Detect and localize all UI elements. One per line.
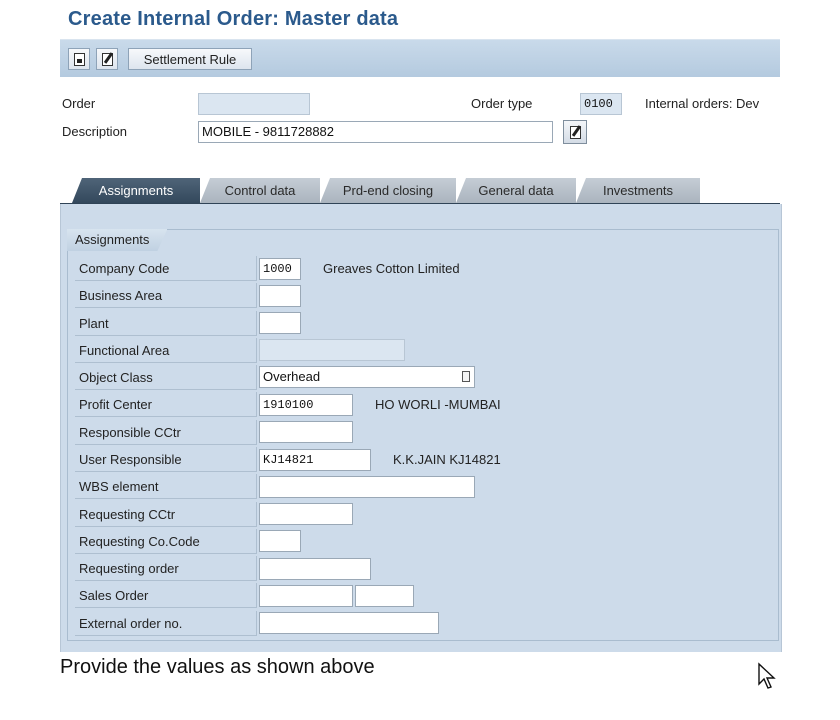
row-label-functional-area: Functional Area [75,338,257,363]
sales-order-item-field[interactable] [355,585,414,607]
row-label-requesting-co-code: Requesting Co.Code [75,529,257,554]
edit-text-icon [569,125,581,139]
settlement-rule-button[interactable]: Settlement Rule [128,48,252,70]
edit-doc-button[interactable] [96,48,118,70]
mouse-pointer-icon [758,662,776,689]
description-field[interactable]: MOBILE - 9811728882 [198,121,553,143]
instruction-caption: Provide the values as shown above [60,656,375,678]
order-type-description: Internal orders: Dev [645,96,760,111]
row-label-wbs-element: WBS element [75,474,257,499]
row-label-plant: Plant [75,311,257,336]
external-order-no-field[interactable] [259,612,439,634]
plant-field[interactable] [259,312,301,334]
tab-assignments[interactable]: Assignments [72,178,200,203]
tab-control-data[interactable]: Control data [200,178,320,203]
long-text-button[interactable] [563,120,587,144]
save-doc-button[interactable] [68,48,90,70]
requesting-order-field[interactable] [259,558,371,580]
row-label-external-order-no: External order no. [75,611,257,636]
row-label-requesting-order: Requesting order [75,556,257,581]
row-label-business-area: Business Area [75,283,257,308]
edit-doc-icon [101,52,113,66]
business-area-field[interactable] [259,285,301,307]
user-responsible-field[interactable]: KJ14821 [259,449,371,471]
description-label: Description [62,124,128,139]
company-code-field[interactable]: 1000 [259,258,301,280]
row-label-sales-order: Sales Order [75,583,257,608]
requesting-cctr-field[interactable] [259,503,353,525]
object-class-value: Overhead [263,369,321,384]
save-doc-icon [73,52,85,66]
order-label: Order [62,96,96,111]
tab-investments[interactable]: Investments [576,178,700,203]
assignments-group-title: Assignments [67,229,167,251]
page-title: Create Internal Order: Master data [68,8,399,30]
row-label-profit-center: Profit Center [75,392,257,417]
row-label-user-responsible: User Responsible [75,447,257,472]
order-field[interactable] [198,93,310,115]
tab-strip: Assignments Control data Prd-end closing… [60,176,780,206]
tab-general-data[interactable]: General data [456,178,576,203]
order-type-label: Order type [471,96,533,111]
object-class-dropdown[interactable]: Overhead [259,366,475,388]
sales-order-field[interactable] [259,585,353,607]
requesting-co-code-field[interactable] [259,530,301,552]
wbs-element-field[interactable] [259,476,475,498]
company-code-description: Greaves Cotton Limited [323,261,460,276]
application-toolbar: Settlement Rule [60,39,780,77]
tab-prd-end-closing[interactable]: Prd-end closing [320,178,456,203]
row-label-requesting-cctr: Requesting CCtr [75,502,257,527]
profit-center-description: HO WORLI -MUMBAI [375,397,501,412]
responsible-cctr-field[interactable] [259,421,353,443]
dropdown-icon[interactable] [462,371,470,382]
row-label-responsible-cctr: Responsible CCtr [75,420,257,445]
profit-center-field[interactable]: 1910100 [259,394,353,416]
user-responsible-description: K.K.JAIN KJ14821 [393,452,501,467]
row-label-company-code: Company Code [75,256,257,281]
row-label-object-class: Object Class [75,365,257,390]
order-type-field[interactable]: 0100 [580,93,622,115]
functional-area-field[interactable] [259,339,405,361]
